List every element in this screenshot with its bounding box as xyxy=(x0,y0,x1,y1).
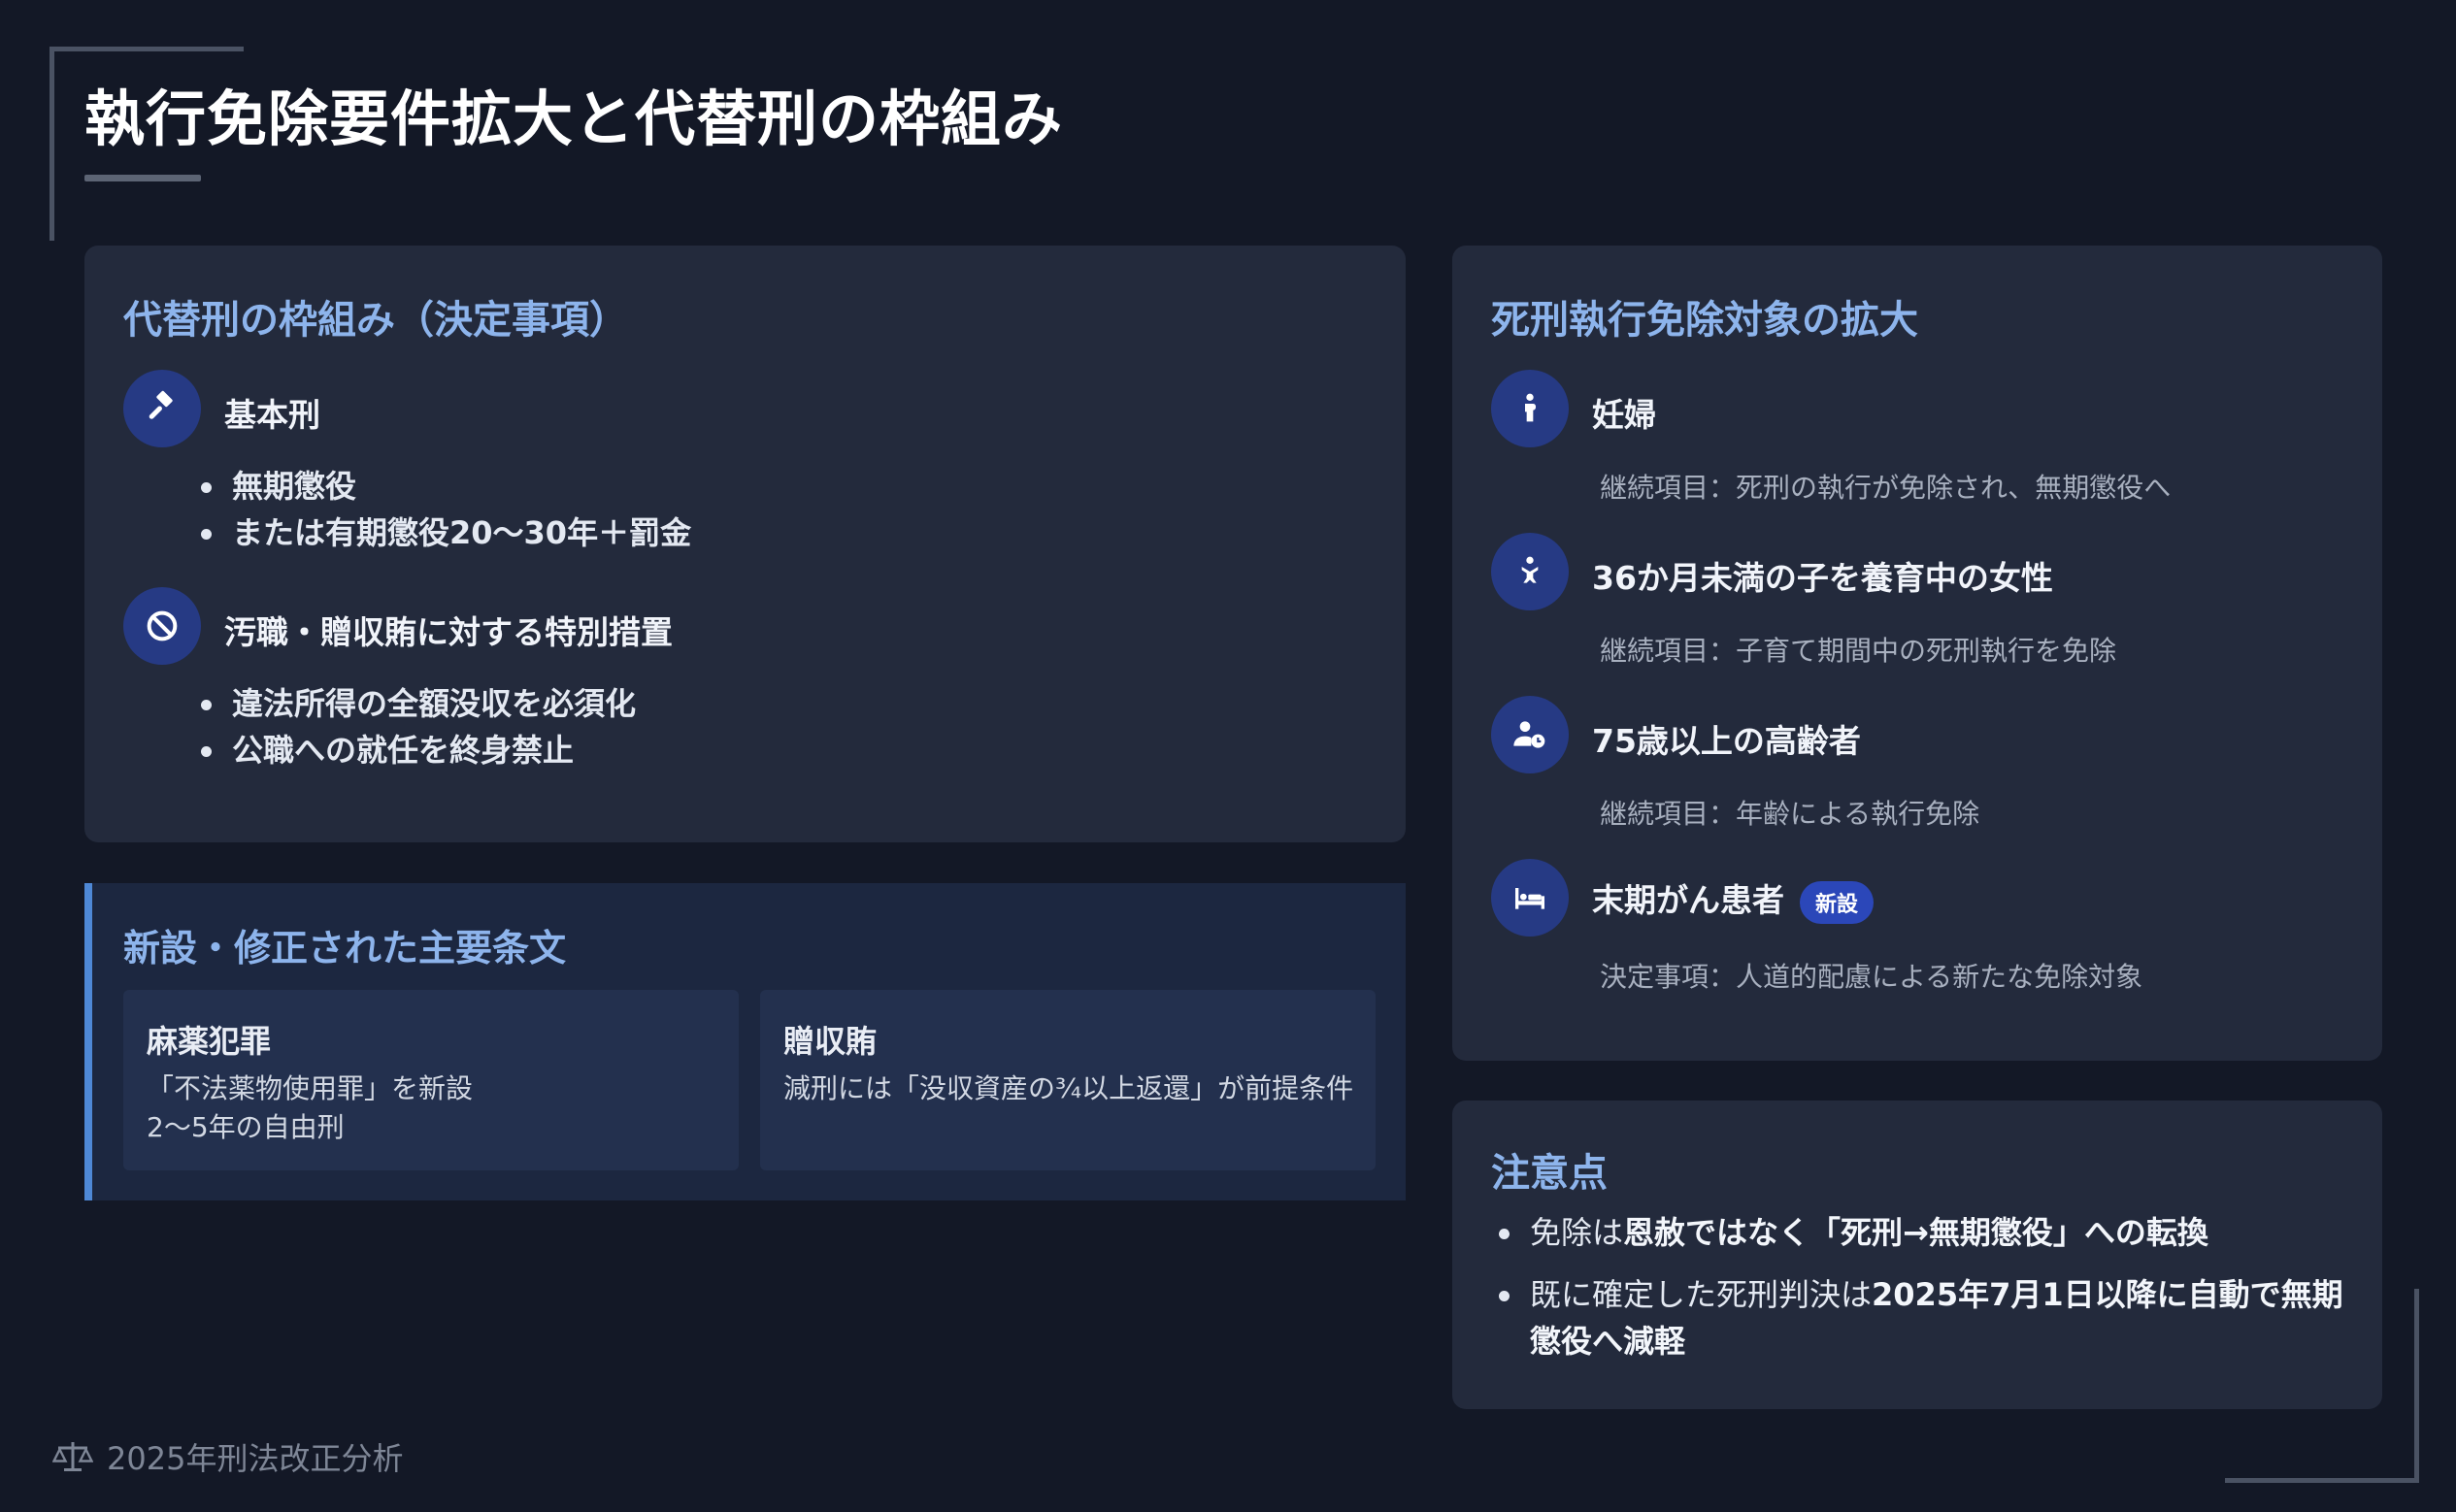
alternative-penalty-title: 代替刑の枠組み（決定事項） xyxy=(123,298,628,343)
basic-penalty-heading: 基本刑 xyxy=(224,396,320,434)
title-underline xyxy=(84,175,201,181)
elderly-clock-icon xyxy=(1491,696,1569,773)
exemption-card: 死刑執行免除対象の拡大 妊婦 継続項目：死刑の執行が免除され、無期懲役へ 36か… xyxy=(1452,246,2382,1061)
scales-icon xyxy=(52,1442,93,1471)
article-title: 贈収賄 xyxy=(783,1023,878,1060)
hospital-bed-icon xyxy=(1491,859,1569,937)
exemption-heading: 妊婦 xyxy=(1592,396,1656,434)
list-item: 免除は恩赦ではなく「死刑→無期懲役」への転換 xyxy=(1491,1209,2345,1256)
exemption-description: 継続項目：子育て期間中の死刑執行を免除 xyxy=(1600,635,2117,667)
list-item: 無期懲役 xyxy=(201,463,691,509)
exemption-heading-text: 末期がん患者 xyxy=(1592,881,1784,919)
list-item: 公職への就任を終身禁止 xyxy=(201,727,636,773)
pregnant-person-icon xyxy=(1491,370,1569,447)
footer: 2025年刑法改正分析 xyxy=(52,1434,403,1479)
exemption-description: 決定事項：人道的配慮による新たな免除対象 xyxy=(1600,961,2143,993)
corruption-measures-heading: 汚職・贈収賄に対する特別措置 xyxy=(224,613,673,651)
article-drug-crime: 麻薬犯罪 「不法薬物使用罪」を新設 2〜5年の自由刑 xyxy=(123,990,739,1170)
article-bribery: 贈収賄 減刑には「没収資産の¾以上返還」が前提条件 xyxy=(760,990,1376,1170)
basic-penalty-list: 無期懲役 または有期懲役20〜30年＋罰金 xyxy=(201,463,691,556)
list-item: または有期懲役20〜30年＋罰金 xyxy=(201,509,691,556)
alternative-penalty-card: 代替刑の枠組み（決定事項） 基本刑 無期懲役 または有期懲役20〜30年＋罰金 … xyxy=(84,246,1406,842)
article-description: 「不法薬物使用罪」を新設 2〜5年の自由刑 xyxy=(147,1072,474,1143)
exemption-description: 継続項目：年齢による執行免除 xyxy=(1600,798,1980,830)
articles-panel: 新設・修正された主要条文 麻薬犯罪 「不法薬物使用罪」を新設 2〜5年の自由刑 … xyxy=(84,883,1406,1200)
corruption-measures-list: 違法所得の全額没収を必須化 公職への就任を終身禁止 xyxy=(201,680,636,773)
caution-card: 注意点 免除は恩赦ではなく「死刑→無期懲役」への転換 既に確定した死刑判決は20… xyxy=(1452,1101,2382,1409)
caution-list: 免除は恩赦ではなく「死刑→無期懲役」への転換 既に確定した死刑判決は2025年7… xyxy=(1491,1209,2345,1380)
page-title: 執行免除要件拡大と代替刑の枠組み xyxy=(84,83,1064,154)
exemption-heading: 36か月未満の子を養育中の女性 xyxy=(1592,559,2053,597)
article-title: 麻薬犯罪 xyxy=(147,1023,272,1060)
exemption-title: 死刑執行免除対象の拡大 xyxy=(1491,298,1918,343)
baby-icon xyxy=(1491,533,1569,610)
list-item: 既に確定した死刑判決は2025年7月1日以降に自動で無期懲役へ減軽 xyxy=(1491,1271,2345,1364)
exemption-heading: 75歳以上の高齢者 xyxy=(1592,722,1861,760)
article-description: 減刑には「没収資産の¾以上返還」が前提条件 xyxy=(783,1072,1354,1104)
footer-text: 2025年刑法改正分析 xyxy=(107,1440,404,1477)
new-badge: 新設 xyxy=(1800,880,1875,924)
caution-title: 注意点 xyxy=(1491,1151,1608,1196)
exemption-heading: 末期がん患者 新設 xyxy=(1592,874,1875,924)
list-item: 違法所得の全額没収を必須化 xyxy=(201,680,636,727)
articles-title: 新設・修正された主要条文 xyxy=(123,927,567,970)
gavel-icon xyxy=(123,370,201,447)
exemption-description: 継続項目：死刑の執行が免除され、無期懲役へ xyxy=(1600,472,2172,504)
prohibited-icon xyxy=(123,587,201,665)
